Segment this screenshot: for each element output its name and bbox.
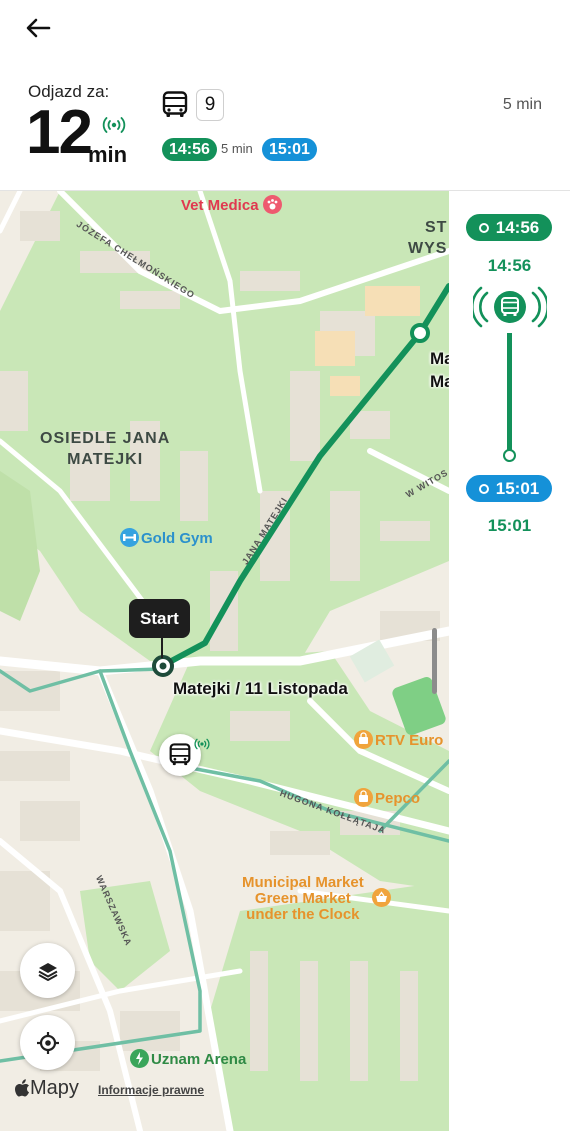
- timeline-departure-time: 14:56: [487, 256, 532, 275]
- map-scroll-handle[interactable]: [432, 628, 437, 694]
- top-bar: [0, 0, 570, 56]
- trip-timeline-panel: 14:56 14:56 15:01 15:01: [449, 191, 570, 1131]
- shopping-bag-icon: [354, 730, 373, 749]
- poi-arena-label: Uznam Arena: [151, 1051, 247, 1068]
- poi-gold-gym[interactable]: Gold Gym: [120, 528, 213, 547]
- bus-icon: [162, 91, 188, 117]
- poi-uznam-arena[interactable]: Uznam Arena: [130, 1049, 246, 1068]
- poi-market-label: Municipal Market Green Market under the …: [242, 874, 364, 923]
- trip-duration: 5 min: [221, 141, 253, 156]
- timeline-live-bus-icon: [473, 286, 547, 328]
- apple-logo-icon: [15, 1079, 29, 1097]
- maps-brand-text: Mapy: [30, 1077, 79, 1099]
- sport-icon: [130, 1049, 149, 1068]
- poi-rtv-label: RTV Euro: [375, 732, 444, 749]
- timeline-arrival-pill: 15:01: [466, 475, 552, 502]
- stop-right-label: Ma Ma: [430, 349, 449, 391]
- arrival-time-pill: 15:01: [262, 138, 317, 161]
- timeline-route-line: [507, 333, 512, 451]
- trip-duration-right: 5 min: [502, 96, 542, 113]
- poi-pepco[interactable]: Pepco: [354, 788, 420, 807]
- layers-icon: [38, 962, 57, 981]
- timeline-departure-pill-text: 14:56: [495, 217, 540, 237]
- live-signal-icon: [194, 738, 210, 750]
- line-number-badge: 9: [196, 89, 224, 121]
- paw-icon: [262, 195, 282, 214]
- depart-minutes: 12: [26, 98, 93, 167]
- departure-header: Odjazd za: 12 min 9 14:56 5 min 15:01 5 …: [0, 56, 570, 191]
- poi-vet-label: Vet Medica: [181, 197, 259, 214]
- stop-ring-icon: [478, 483, 489, 494]
- start-marker-stem: [161, 638, 163, 658]
- legal-info-link[interactable]: Informacje prawne: [98, 1083, 204, 1097]
- poi-municipal-market[interactable]: Municipal Market Green Market under the …: [242, 874, 391, 924]
- timeline-departure-pill: 14:56: [466, 214, 552, 241]
- apple-maps-logo: Mapy: [14, 1077, 79, 1100]
- depart-unit: min: [88, 142, 128, 167]
- basket-icon: [372, 888, 391, 907]
- poi-gym-label: Gold Gym: [141, 530, 213, 547]
- stop-ring-icon: [478, 222, 489, 233]
- timeline-arrival-pill-text: 15:01: [495, 478, 540, 498]
- locate-me-button[interactable]: [20, 1015, 75, 1070]
- live-signal-icon: [102, 117, 126, 133]
- poi-vet-medica[interactable]: Vet Medica: [181, 195, 284, 214]
- stop-name-label: Matejki / 11 Listopada: [173, 679, 348, 698]
- poi-rtv-euro[interactable]: RTV Euro: [354, 730, 443, 749]
- map-layers-button[interactable]: [20, 943, 75, 998]
- dumbbell-icon: [120, 528, 139, 547]
- locate-icon: [36, 1031, 59, 1054]
- district-label: OSIEDLE JANA MATEJKI: [40, 430, 171, 468]
- start-marker: Start: [129, 599, 190, 638]
- back-button[interactable]: [18, 8, 58, 48]
- map-canvas: [0, 191, 449, 1131]
- timeline-end-dot: [503, 449, 516, 462]
- back-arrow-icon: [26, 18, 51, 38]
- bus-icon: [169, 743, 191, 766]
- departure-time-pill: 14:56: [162, 138, 217, 161]
- timeline-arrival-time: 15:01: [487, 516, 532, 535]
- district-right-label: ST WYS: [408, 219, 448, 257]
- poi-pepco-label: Pepco: [375, 790, 421, 807]
- map-view[interactable]: OSIEDLE JANA MATEJKI ST WYS JÓZEFA CHEŁM…: [0, 191, 449, 1131]
- shopping-bag-icon: [354, 788, 373, 807]
